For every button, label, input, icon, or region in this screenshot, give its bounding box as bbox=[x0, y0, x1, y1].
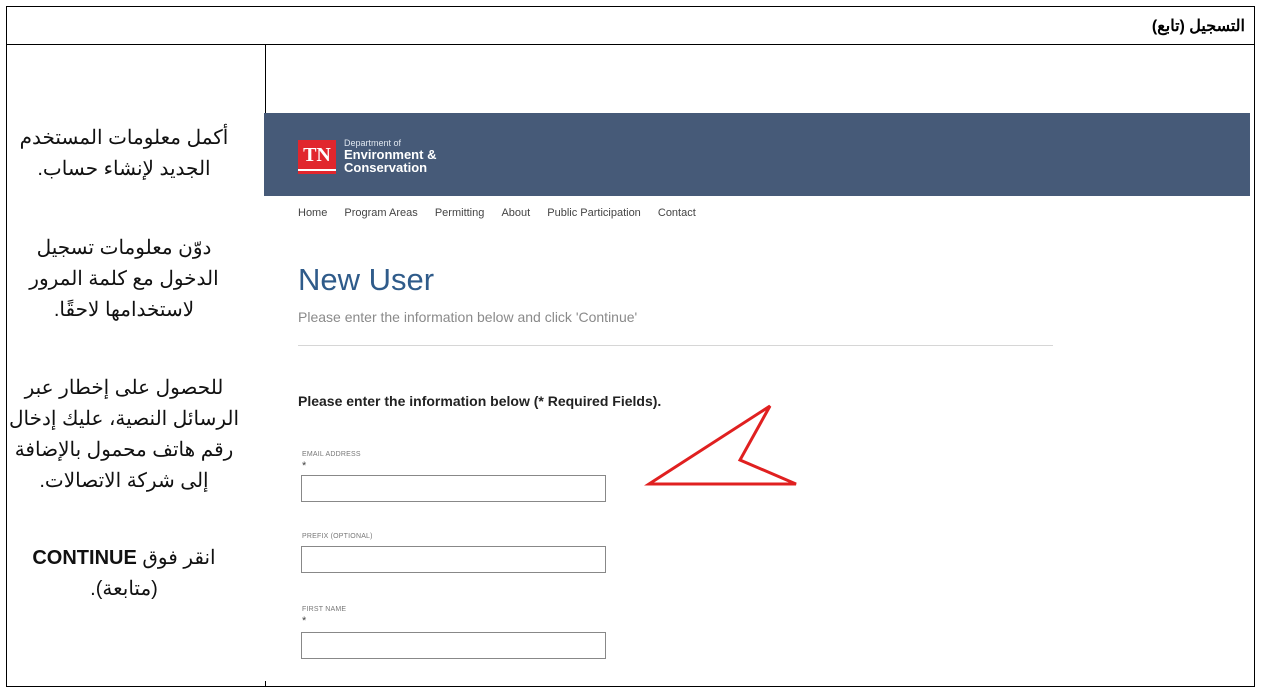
required-fields-note: Please enter the information below (* Re… bbox=[298, 393, 662, 409]
first-name-field[interactable] bbox=[301, 632, 606, 659]
instruction-sms: للحصول على إخطار عبر الرسائل النصية، علي… bbox=[8, 377, 240, 492]
embedded-screenshot: TN Department of Environment & Conservat… bbox=[264, 113, 1250, 681]
nav-program-areas[interactable]: Program Areas bbox=[344, 207, 417, 219]
nav-permitting[interactable]: Permitting bbox=[435, 207, 485, 219]
nav-public-participation[interactable]: Public Participation bbox=[547, 207, 641, 219]
red-arrow-icon bbox=[644, 404, 797, 486]
dept-line-3: Conservation bbox=[344, 160, 428, 175]
nav-home[interactable]: Home bbox=[298, 207, 327, 219]
site-nav: Home Program Areas Permitting About Publ… bbox=[298, 207, 710, 219]
instruction-complete-info: أكمل معلومات المستخدم الجديد لإنشاء حساب… bbox=[19, 127, 229, 180]
tn-logo: TN bbox=[298, 140, 336, 174]
instruction-continue-keyword: CONTINUE bbox=[32, 547, 137, 569]
first-name-label: FIRST NAME bbox=[302, 606, 347, 613]
prefix-field[interactable] bbox=[301, 546, 606, 573]
email-required-star: * bbox=[302, 460, 307, 472]
instruction-continue: انقر فوق CONTINUE (متابعة). bbox=[5, 543, 243, 605]
department-name: Department of Environment & Conservation bbox=[344, 138, 436, 174]
nav-contact[interactable]: Contact bbox=[658, 207, 696, 219]
email-field[interactable] bbox=[301, 475, 606, 502]
section-title: التسجيل (تابع) bbox=[1151, 18, 1245, 35]
page-title: New User bbox=[298, 262, 435, 297]
nav-about[interactable]: About bbox=[501, 207, 530, 219]
email-label: EMAIL ADDRESS bbox=[302, 451, 361, 458]
instruction-continue-prefix: انقر فوق bbox=[142, 547, 216, 569]
first-name-required-star: * bbox=[302, 615, 307, 627]
site-header: TN Department of Environment & Conservat… bbox=[264, 113, 1250, 196]
instructions-column: أكمل معلومات المستخدم الجديد لإنشاء حساب… bbox=[7, 45, 265, 686]
divider bbox=[298, 345, 1053, 346]
page-subtitle: Please enter the information below and c… bbox=[298, 309, 638, 325]
prefix-label: PREFIX (OPTIONAL) bbox=[302, 533, 373, 540]
instruction-continue-suffix: (متابعة). bbox=[90, 578, 158, 600]
instruction-note-login: دوّن معلومات تسجيل الدخول مع كلمة المرور… bbox=[29, 237, 219, 321]
